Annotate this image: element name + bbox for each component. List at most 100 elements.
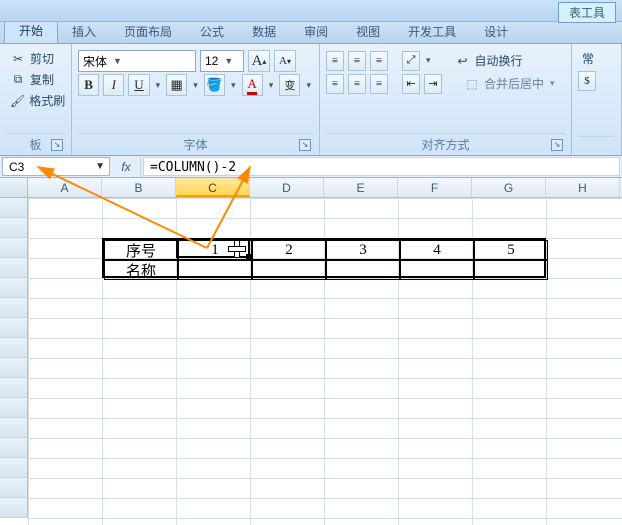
dialog-launcher-icon[interactable]: ↘ xyxy=(551,139,563,151)
row-header[interactable] xyxy=(0,398,28,418)
cell-row2-4[interactable] xyxy=(474,260,548,280)
indent-icon: ⇥ xyxy=(428,77,437,90)
column-header-D[interactable]: D xyxy=(250,178,324,197)
row-header[interactable] xyxy=(0,318,28,338)
row-header[interactable] xyxy=(0,378,28,398)
chevron-down-icon[interactable]: ▾ xyxy=(267,80,276,91)
align-bottom-button[interactable]: ≡ xyxy=(370,51,388,71)
scissors-icon: ✂ xyxy=(10,51,26,67)
row-header[interactable] xyxy=(0,358,28,378)
tab-视图[interactable]: 视图 xyxy=(342,20,394,43)
align-top-button[interactable]: ≡ xyxy=(326,51,344,71)
fx-button[interactable]: fx xyxy=(116,160,136,174)
row-header[interactable] xyxy=(0,278,28,298)
format-painter-button[interactable]: 🖌 格式刷 xyxy=(6,90,65,111)
font-name-combo[interactable]: 宋体 ▼ xyxy=(78,50,196,72)
increase-indent-button[interactable]: ⇥ xyxy=(424,74,442,94)
cell-row1-1[interactable]: 2 xyxy=(252,240,326,260)
cell-row2-0[interactable] xyxy=(178,260,252,280)
cut-button[interactable]: ✂ 剪切 xyxy=(6,48,65,69)
phonetic-button[interactable]: 变 xyxy=(279,74,300,96)
wrap-text-label: 自动换行 xyxy=(475,52,523,69)
cell-row1-0[interactable]: 1 xyxy=(178,240,252,260)
tab-页面布局[interactable]: 页面布局 xyxy=(110,20,186,43)
cell-row1-2[interactable]: 3 xyxy=(326,240,400,260)
bold-button[interactable]: B xyxy=(78,74,99,96)
cell-b3[interactable]: 序号 xyxy=(104,240,178,260)
currency-button[interactable]: $ xyxy=(578,71,596,91)
align-center-button[interactable]: ≡ xyxy=(348,74,366,94)
tab-设计[interactable]: 设计 xyxy=(470,20,522,43)
align-middle-button[interactable]: ≡ xyxy=(348,51,366,71)
underline-button[interactable]: U xyxy=(128,74,149,96)
border-button[interactable]: ▦ xyxy=(166,74,187,96)
row-header[interactable] xyxy=(0,458,28,478)
font-color-button[interactable]: A xyxy=(242,74,263,96)
row-header[interactable] xyxy=(0,238,28,258)
copy-icon: ⧉ xyxy=(10,72,26,88)
merge-center-button[interactable]: ⬚ 合并后居中 ▾ xyxy=(460,73,561,94)
chevron-down-icon[interactable]: ▾ xyxy=(424,55,433,66)
row-header[interactable] xyxy=(0,218,28,238)
group-label-clipboard: 板 ↘ xyxy=(6,133,65,153)
column-header-E[interactable]: E xyxy=(324,178,398,197)
tab-插入[interactable]: 插入 xyxy=(58,20,110,43)
cell-row1-3[interactable]: 4 xyxy=(400,240,474,260)
chevron-down-icon[interactable]: ▾ xyxy=(191,80,200,91)
cell-b4[interactable]: 名称 xyxy=(104,260,178,280)
ribbon-tabs: 开始插入页面布局公式数据审阅视图开发工具设计 xyxy=(0,22,622,44)
row-header[interactable] xyxy=(0,478,28,498)
copy-button[interactable]: ⧉ 复制 xyxy=(6,69,65,90)
border-icon: ▦ xyxy=(171,77,183,93)
number-format-label[interactable]: 常 xyxy=(578,48,615,69)
grow-font-button[interactable]: A▴ xyxy=(248,50,270,72)
column-header-F[interactable]: F xyxy=(398,178,472,197)
column-header-C[interactable]: C xyxy=(176,178,250,197)
tab-数据[interactable]: 数据 xyxy=(238,20,290,43)
row-header[interactable] xyxy=(0,198,28,218)
align-middle-icon: ≡ xyxy=(354,55,360,67)
align-left-button[interactable]: ≡ xyxy=(326,74,344,94)
dialog-launcher-icon[interactable]: ↘ xyxy=(51,139,63,151)
italic-button[interactable]: I xyxy=(103,74,124,96)
column-header-B[interactable]: B xyxy=(102,178,176,197)
row-header[interactable] xyxy=(0,498,28,518)
select-all-corner[interactable] xyxy=(0,178,28,197)
row-header[interactable] xyxy=(0,418,28,438)
column-header-A[interactable]: A xyxy=(28,178,102,197)
row-header[interactable] xyxy=(0,258,28,278)
column-header-G[interactable]: G xyxy=(472,178,546,197)
row-header[interactable] xyxy=(0,298,28,318)
cell-row2-1[interactable] xyxy=(252,260,326,280)
fill-color-button[interactable]: 🪣 xyxy=(204,74,225,96)
tab-开发工具[interactable]: 开发工具 xyxy=(394,20,470,43)
chevron-down-icon[interactable]: ▾ xyxy=(229,80,238,91)
group-font: 宋体 ▼ 12 ▼ A▴ A▾ B I U ▾ ▦ ▾ 🪣 ▾ A xyxy=(72,44,320,155)
tab-公式[interactable]: 公式 xyxy=(186,20,238,43)
formula-bar: C3 ▼ fx =COLUMN()-2 xyxy=(0,156,622,178)
cell-row2-3[interactable] xyxy=(400,260,474,280)
column-header-H[interactable]: H xyxy=(546,178,620,197)
tab-审阅[interactable]: 审阅 xyxy=(290,20,342,43)
align-right-button[interactable]: ≡ xyxy=(370,74,388,94)
name-box[interactable]: C3 ▼ xyxy=(2,157,110,176)
shrink-font-button[interactable]: A▾ xyxy=(274,50,296,72)
row-header[interactable] xyxy=(0,438,28,458)
decrease-indent-button[interactable]: ⇤ xyxy=(402,74,420,94)
chevron-down-icon[interactable]: ▾ xyxy=(154,80,163,91)
font-size-combo[interactable]: 12 ▼ xyxy=(200,50,244,72)
cell-row1-4[interactable]: 5 xyxy=(474,240,548,260)
formula-input[interactable]: =COLUMN()-2 xyxy=(143,157,620,176)
context-tab-table-tools[interactable]: 表工具 xyxy=(558,2,616,23)
chevron-down-icon[interactable]: ▾ xyxy=(304,80,313,91)
worksheet-grid[interactable]: 序号12345 名称 xyxy=(0,198,622,525)
wrap-text-button[interactable]: ↩ 自动换行 xyxy=(451,50,527,71)
group-clipboard: ✂ 剪切 ⧉ 复制 🖌 格式刷 板 ↘ xyxy=(0,44,72,155)
orientation-button[interactable]: ⤢ xyxy=(402,51,420,71)
row-header[interactable] xyxy=(0,338,28,358)
cell-row2-2[interactable] xyxy=(326,260,400,280)
ribbon-body: ✂ 剪切 ⧉ 复制 🖌 格式刷 板 ↘ 宋体 ▼ xyxy=(0,44,622,156)
dialog-launcher-icon[interactable]: ↘ xyxy=(299,139,311,151)
chevron-down-icon: ▾ xyxy=(548,78,557,89)
outdent-icon: ⇤ xyxy=(406,77,415,90)
